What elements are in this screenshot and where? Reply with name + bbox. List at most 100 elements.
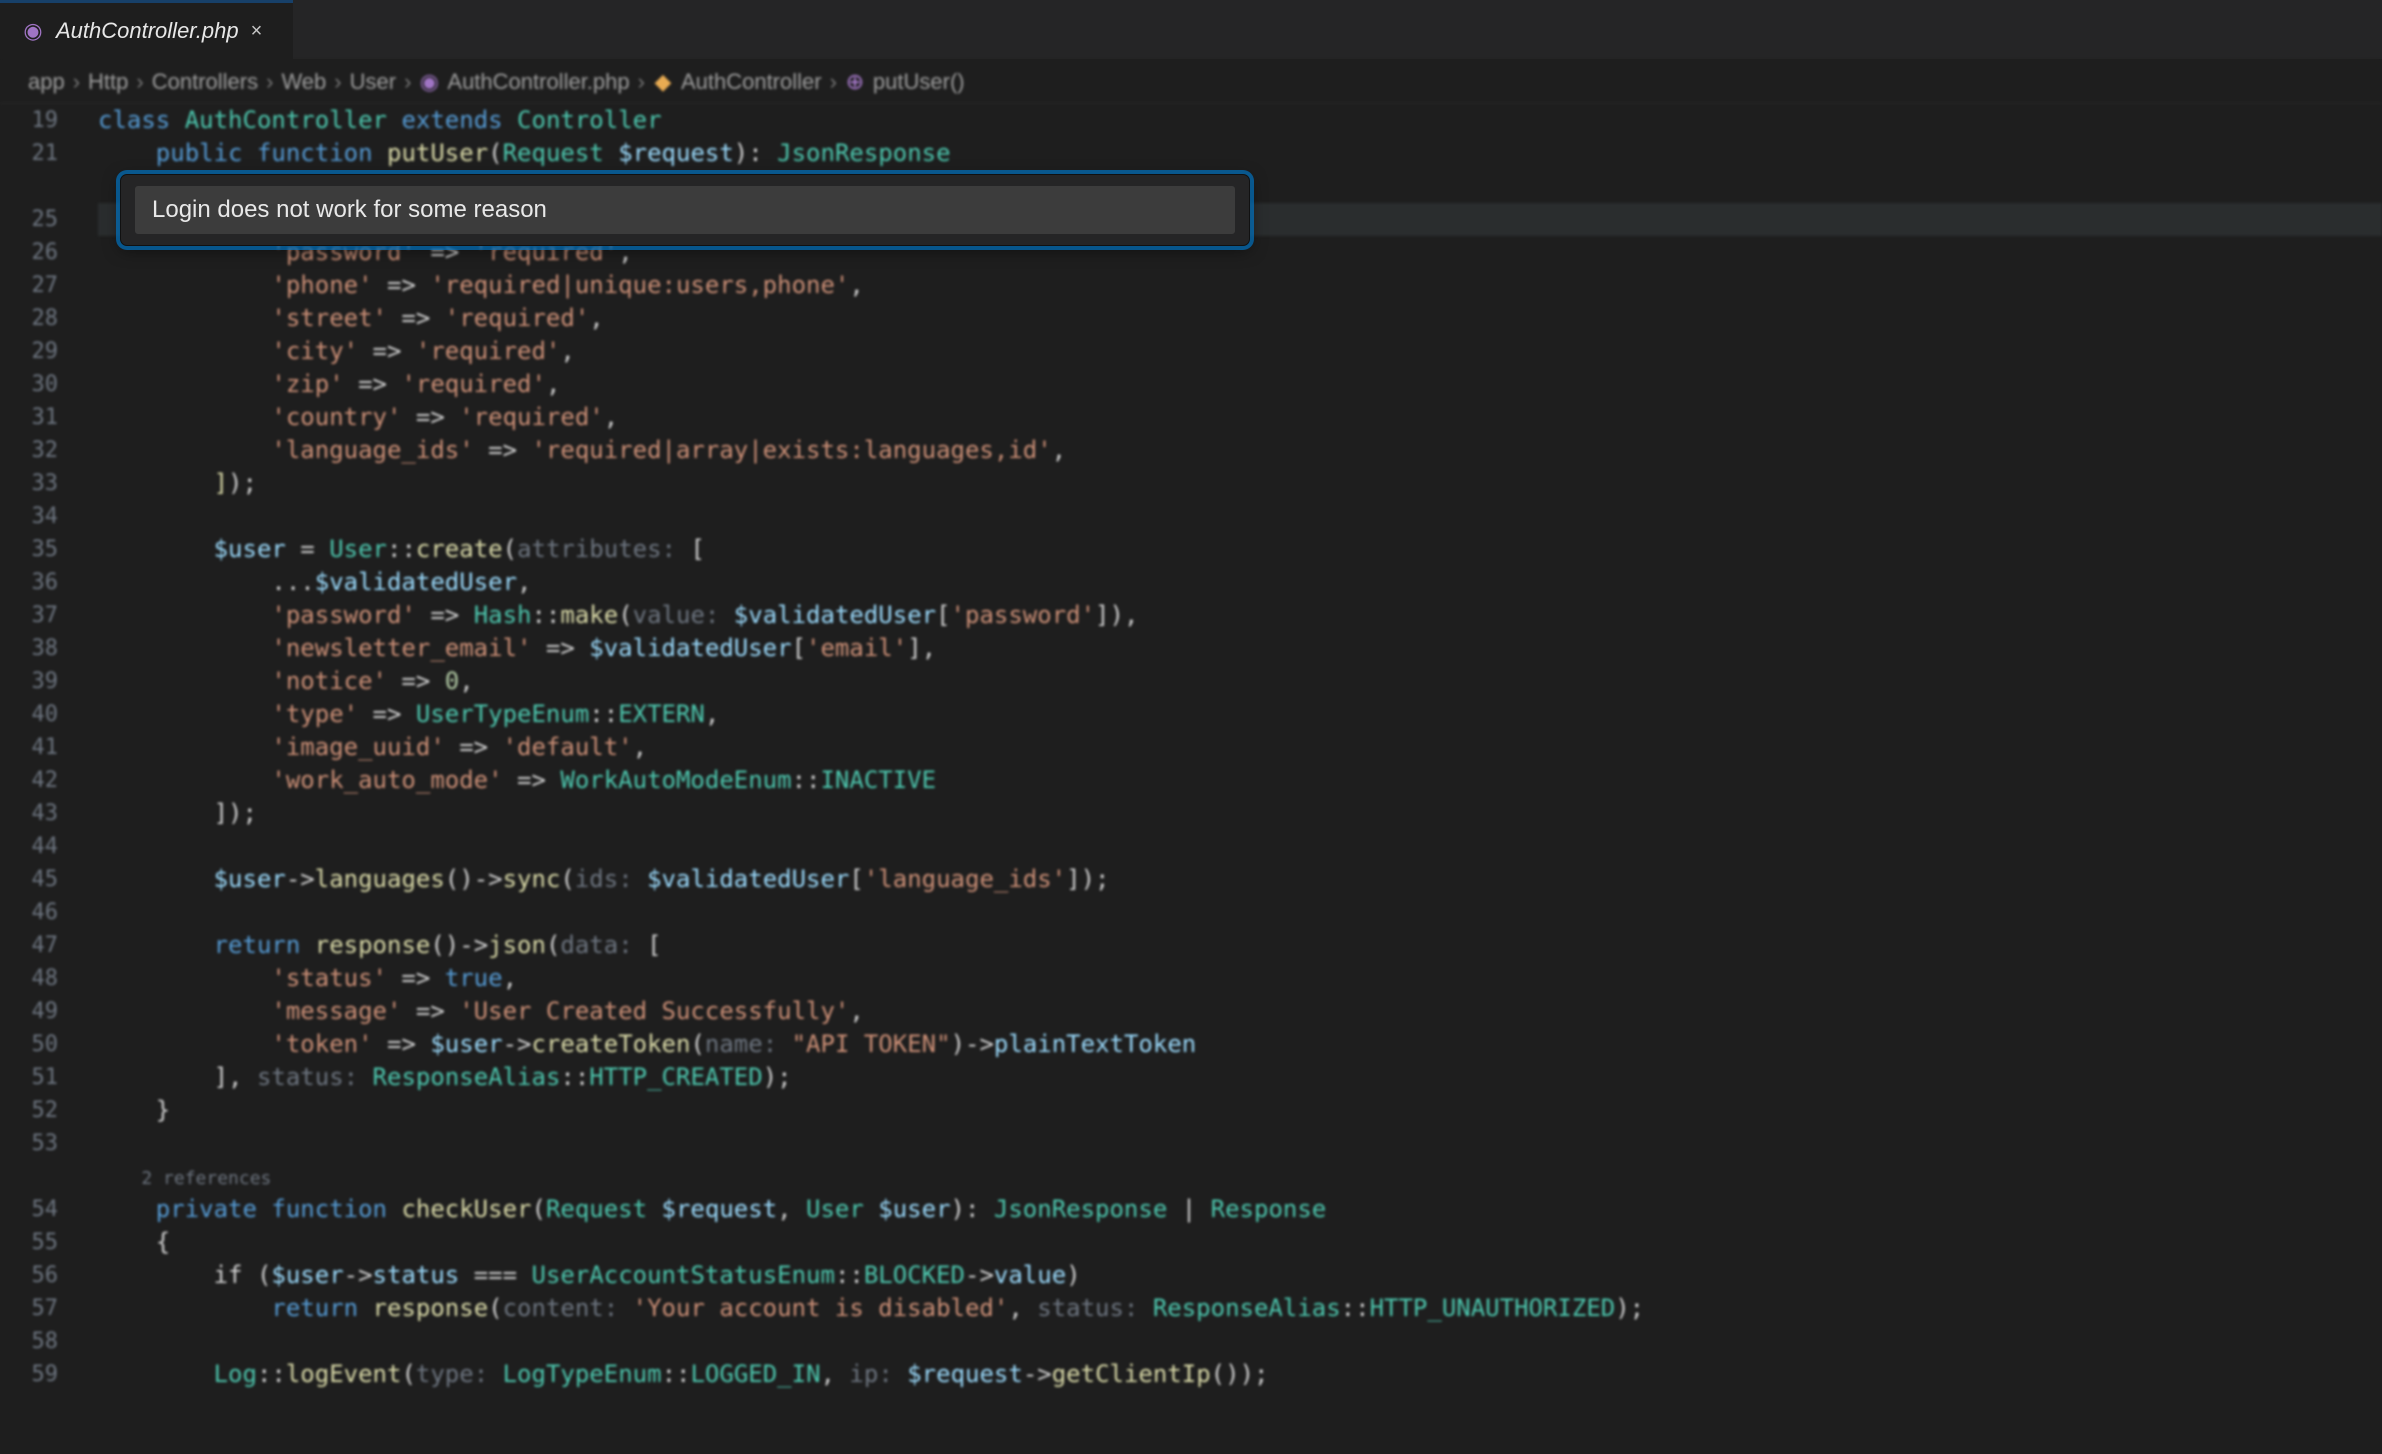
token: ()); <box>1211 1360 1269 1388</box>
breadcrumb-segment[interactable]: AuthController.php <box>447 69 629 95</box>
breadcrumb-segment[interactable]: Controllers <box>152 69 258 95</box>
line-number: 33 <box>0 467 98 500</box>
code-line[interactable]: 'zip' => 'required', <box>98 368 2382 401</box>
token <box>98 733 271 761</box>
token <box>98 997 271 1025</box>
code-line[interactable]: 'type' => UserTypeEnum::EXTERN, <box>98 698 2382 731</box>
code-line[interactable]: ]); <box>98 797 2382 830</box>
code-line[interactable]: $user = User::create(attributes: [ <box>98 533 2382 566</box>
breadcrumb-segment[interactable]: app <box>28 69 65 95</box>
breadcrumb-segment[interactable]: AuthController <box>681 69 822 95</box>
line-number: 41 <box>0 731 98 764</box>
token: => <box>401 403 459 431</box>
code-line[interactable]: if ($user->status === UserAccountStatusE… <box>98 1259 2382 1292</box>
token: => <box>373 1030 431 1058</box>
code-line[interactable]: 'city' => 'required', <box>98 335 2382 368</box>
tab-active[interactable]: ◉ AuthController.php × <box>0 0 293 59</box>
token: :: <box>589 700 618 728</box>
token: === <box>459 1261 531 1289</box>
code-line[interactable]: 2 references <box>98 1160 2382 1193</box>
token: name: <box>705 1030 792 1058</box>
code-line[interactable]: 'newsletter_email' => $validatedUser['em… <box>98 632 2382 665</box>
token: , <box>517 568 531 596</box>
token: 'password' <box>271 601 416 629</box>
code-line[interactable]: 'token' => $user->createToken(name: "API… <box>98 1028 2382 1061</box>
code-line[interactable]: return response()->json(data: [ <box>98 929 2382 962</box>
code-line[interactable]: class AuthController extends Controller <box>98 104 2382 137</box>
code-line[interactable]: Log::logEvent(type: LogTypeEnum::LOGGED_… <box>98 1358 2382 1391</box>
token: 'required' <box>416 337 561 365</box>
breadcrumb-segment[interactable]: Http <box>88 69 128 95</box>
code-line[interactable]: ], status: ResponseAlias::HTTP_CREATED); <box>98 1061 2382 1094</box>
line-number: 46 <box>0 896 98 929</box>
code-line[interactable]: 'country' => 'required', <box>98 401 2382 434</box>
token: $request <box>907 1360 1023 1388</box>
class-icon: ◆ <box>653 72 673 92</box>
breadcrumb-segment[interactable]: Web <box>281 69 326 95</box>
line-number: 30 <box>0 368 98 401</box>
token: WorkAutoModeEnum <box>560 766 791 794</box>
token: [ <box>690 535 704 563</box>
token: ); <box>1615 1294 1644 1322</box>
line-number: 59 <box>0 1358 98 1391</box>
token: UserAccountStatusEnum <box>532 1261 835 1289</box>
code-line[interactable]: ]); <box>98 467 2382 500</box>
token: 'language_ids' <box>864 865 1066 893</box>
code-line[interactable]: 'status' => true, <box>98 962 2382 995</box>
token: :: <box>1341 1294 1370 1322</box>
close-icon[interactable]: × <box>251 21 271 41</box>
token: data: <box>560 931 647 959</box>
token: $validatedUser <box>589 634 791 662</box>
code-viewport[interactable]: class AuthController extends Controller … <box>98 104 2382 1454</box>
code-line[interactable] <box>98 1325 2382 1358</box>
breadcrumb-segment[interactable]: putUser() <box>873 69 965 95</box>
token: , <box>546 370 560 398</box>
line-number: 19 <box>0 104 98 137</box>
code-line[interactable]: 'language_ids' => 'required|array|exists… <box>98 434 2382 467</box>
token: :: <box>531 601 560 629</box>
code-line[interactable]: private function checkUser(Request $requ… <box>98 1193 2382 1226</box>
code-line[interactable]: ...$validatedUser, <box>98 566 2382 599</box>
code-line[interactable]: { <box>98 1226 2382 1259</box>
token: make <box>560 601 618 629</box>
code-line[interactable] <box>98 1127 2382 1160</box>
token: -> <box>503 1030 532 1058</box>
code-line[interactable]: 'password' => Hash::make(value: $validat… <box>98 599 2382 632</box>
gutter: 1921252627282930313233343536373839404142… <box>0 104 98 1454</box>
token: => <box>503 766 561 794</box>
token: 'newsletter_email' <box>271 634 531 662</box>
token: User <box>806 1195 878 1223</box>
code-line[interactable]: public function putUser(Request $request… <box>98 137 2382 170</box>
chevron-right-icon: › <box>404 69 411 95</box>
code-line[interactable]: $user->languages()->sync(ids: $validated… <box>98 863 2382 896</box>
code-line[interactable] <box>98 500 2382 533</box>
token: -> <box>1023 1360 1052 1388</box>
token: , <box>560 337 574 365</box>
code-line[interactable]: 'work_auto_mode' => WorkAutoModeEnum::IN… <box>98 764 2382 797</box>
php-file-icon: ◉ <box>22 20 44 42</box>
code-line[interactable]: 'phone' => 'required|unique:users,phone'… <box>98 269 2382 302</box>
code-line[interactable] <box>98 896 2382 929</box>
token: $user <box>878 1195 950 1223</box>
code-line[interactable]: } <box>98 1094 2382 1127</box>
token <box>98 469 214 497</box>
token: UserTypeEnum <box>416 700 589 728</box>
code-line[interactable]: 'image_uuid' => 'default', <box>98 731 2382 764</box>
token: plainTextToken <box>994 1030 1196 1058</box>
code-line[interactable]: return response(content: 'Your account i… <box>98 1292 2382 1325</box>
line-number: 37 <box>0 599 98 632</box>
token: => <box>474 436 532 464</box>
inline-chat-input[interactable] <box>135 186 1235 234</box>
code-line[interactable]: 'street' => 'required', <box>98 302 2382 335</box>
code-line[interactable]: 'message' => 'User Created Successfully'… <box>98 995 2382 1028</box>
code-line[interactable]: 'notice' => 0, <box>98 665 2382 698</box>
editor-area[interactable]: 1921252627282930313233343536373839404142… <box>0 104 2382 1454</box>
token: => <box>387 304 445 332</box>
token: => <box>387 667 445 695</box>
token: => <box>401 997 459 1025</box>
token <box>98 304 271 332</box>
code-line[interactable] <box>98 830 2382 863</box>
token: ); <box>763 1063 792 1091</box>
token: 'type' <box>271 700 358 728</box>
breadcrumb-segment[interactable]: User <box>350 69 396 95</box>
